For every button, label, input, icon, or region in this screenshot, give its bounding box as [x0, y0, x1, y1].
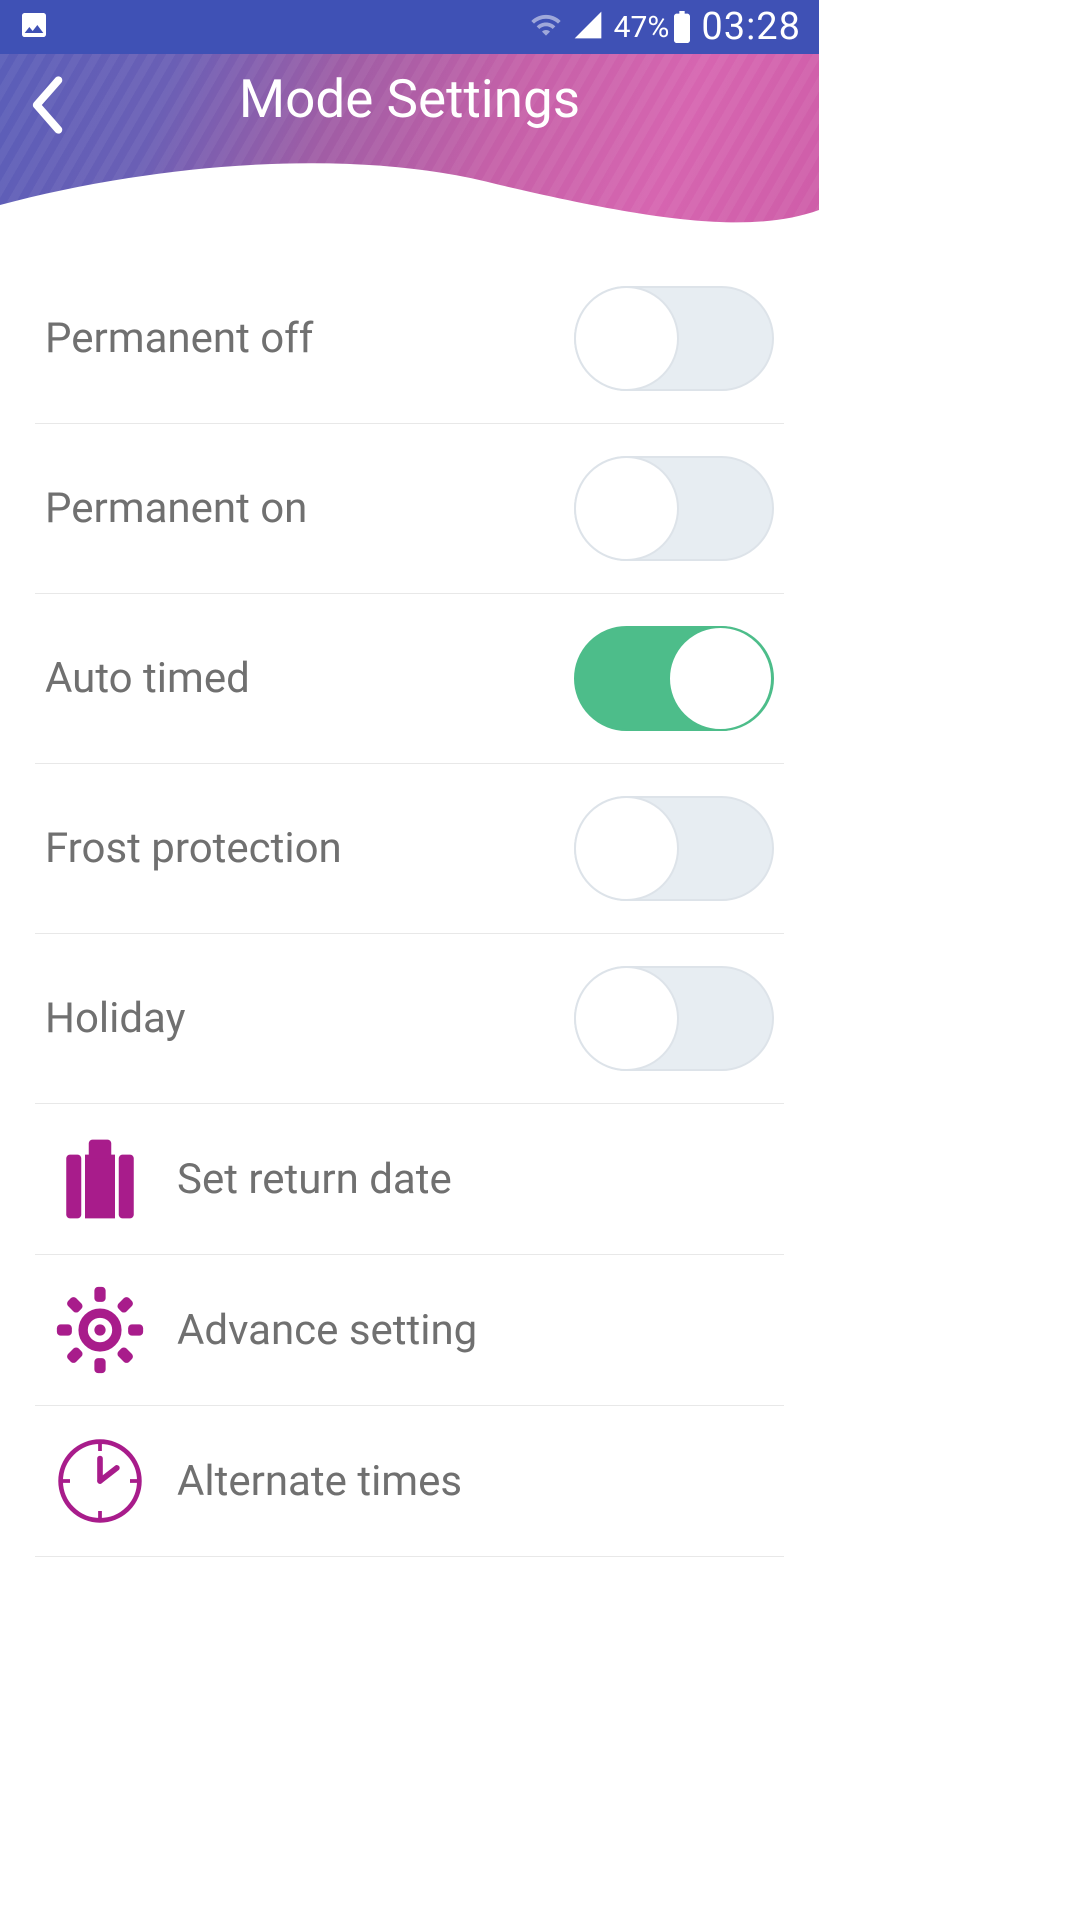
clock-time: 03:28 [701, 5, 801, 49]
action-label: Set return date [177, 1155, 452, 1204]
action-label: Advance setting [177, 1306, 477, 1355]
toggle-knob [574, 456, 679, 561]
header: Mode Settings [0, 54, 819, 234]
toggle-knob [574, 796, 679, 901]
toggle-knob [574, 286, 679, 391]
toggle-row-holiday: Holiday [35, 934, 784, 1104]
toggle-frost-protection[interactable] [574, 796, 774, 901]
gear-icon [55, 1285, 145, 1375]
picture-icon [18, 9, 50, 45]
toggle-row-frost-protection: Frost protection [35, 764, 784, 934]
toggle-label: Permanent on [45, 484, 307, 533]
toggle-permanent-off[interactable] [574, 286, 774, 391]
clock-icon [55, 1436, 145, 1526]
toggle-row-auto-timed: Auto timed [35, 594, 784, 764]
toggle-row-permanent-on: Permanent on [35, 424, 784, 594]
signal-icon [572, 9, 604, 45]
toggle-permanent-on[interactable] [574, 456, 774, 561]
action-label: Alternate times [177, 1457, 462, 1506]
toggle-label: Auto timed [45, 654, 250, 703]
toggle-knob [574, 966, 679, 1071]
toggle-auto-timed[interactable] [574, 626, 774, 731]
content: Permanent off Permanent on Auto timed Fr… [0, 234, 819, 1557]
toggle-label: Frost protection [45, 824, 342, 873]
battery-indicator: 47% [614, 10, 692, 45]
action-set-return-date[interactable]: Set return date [35, 1104, 784, 1255]
wifi-icon [530, 9, 562, 45]
wave-decoration [0, 155, 819, 234]
back-button[interactable] [25, 74, 67, 136]
page-title: Mode Settings [239, 68, 580, 130]
status-right: 47% 03:28 [530, 5, 801, 49]
status-bar: 47% 03:28 [0, 0, 819, 54]
suitcase-icon [55, 1134, 145, 1224]
toggle-knob [668, 626, 773, 731]
status-left [18, 9, 50, 45]
battery-percent: 47% [614, 10, 670, 45]
action-alternate-times[interactable]: Alternate times [35, 1406, 784, 1557]
toggle-label: Holiday [45, 994, 185, 1043]
action-advance-setting[interactable]: Advance setting [35, 1255, 784, 1406]
toggle-row-permanent-off: Permanent off [35, 254, 784, 424]
toggle-label: Permanent off [45, 314, 313, 363]
toggle-holiday[interactable] [574, 966, 774, 1071]
